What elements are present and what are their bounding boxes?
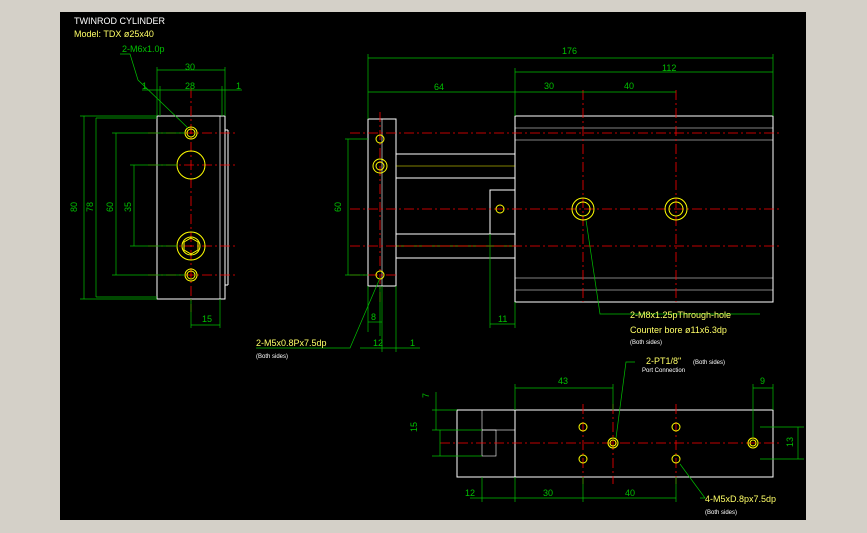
bottom-callout-pt: 2-PT1/8" [646, 356, 681, 366]
bottom-body-outline [456, 409, 774, 478]
bottom-dim-13: 13 [785, 437, 795, 447]
bottom-view: 43 9 7 15 13 12 30 40 2-PT1/8" (Both sid… [409, 356, 804, 516]
bottom-dim-43: 43 [558, 376, 568, 386]
front-dim-30: 30 [544, 81, 554, 91]
front-dim-64: 64 [434, 82, 444, 92]
bottom-plate-slot [481, 409, 516, 431]
side-dim-35: 35 [123, 202, 133, 212]
front-dim-176: 176 [562, 46, 577, 56]
side-dim-15: 15 [202, 314, 212, 324]
side-dim-30: 30 [185, 62, 195, 72]
front-dim-60: 60 [333, 202, 343, 212]
bottom-dim-9: 9 [760, 376, 765, 386]
front-dim-40: 40 [624, 81, 634, 91]
bottom-callout-port: Port Connection [642, 368, 685, 374]
front-dim-12: 12 [373, 338, 383, 348]
drawing-model: Model: TDX ø25x40 [74, 29, 154, 39]
side-dim-28: 28 [185, 81, 195, 91]
front-dim-11: 11 [498, 314, 507, 324]
side-dim-1b: 1 [236, 81, 241, 91]
side-dim-60: 60 [105, 202, 115, 212]
side-view: 30 28 1 1 80 78 60 35 15 2-M6x1.0p [69, 44, 242, 328]
side-dim-78: 78 [85, 202, 95, 212]
cad-drawing: TWINROD CYLINDER Model: TDX ø25x40 30 28… [69, 16, 804, 516]
bottom-dim-30: 30 [543, 488, 553, 498]
bottom-callout-pt-note: (Both sides) [693, 360, 725, 366]
drawing-title: TWINROD CYLINDER [74, 16, 166, 26]
bottom-callout-m5: 4-M5xD.8px7.5dp [705, 494, 776, 504]
bottom-dim-7: 7 [421, 393, 431, 398]
bottom-callout-m5-note: (Both sides) [705, 510, 737, 516]
front-callout-m8: 2-M8x1.25pThrough-hole [630, 310, 731, 320]
bottom-dim-40: 40 [625, 488, 635, 498]
side-dim-1a: 1 [142, 81, 147, 91]
front-view: 176 112 64 30 40 60 8 12 1 11 2-M5x0.8Px… [256, 46, 780, 360]
side-dim-80: 80 [69, 202, 79, 212]
front-dim-112: 112 [662, 63, 676, 73]
front-callout-m5: 2-M5x0.8Px7.5dp [256, 338, 327, 348]
front-dim-1: 1 [410, 338, 415, 348]
side-callout-m6: 2-M6x1.0p [122, 44, 165, 54]
bottom-dim-12: 12 [465, 488, 475, 498]
front-callout-cbore: Counter bore ø11x6.3dp [630, 325, 727, 335]
bottom-dim-15: 15 [409, 422, 419, 432]
front-callout-m5-note: (Both sides) [256, 354, 288, 360]
front-dim-8: 8 [371, 312, 376, 322]
front-callout-cbore-note: (Both sides) [630, 340, 662, 346]
